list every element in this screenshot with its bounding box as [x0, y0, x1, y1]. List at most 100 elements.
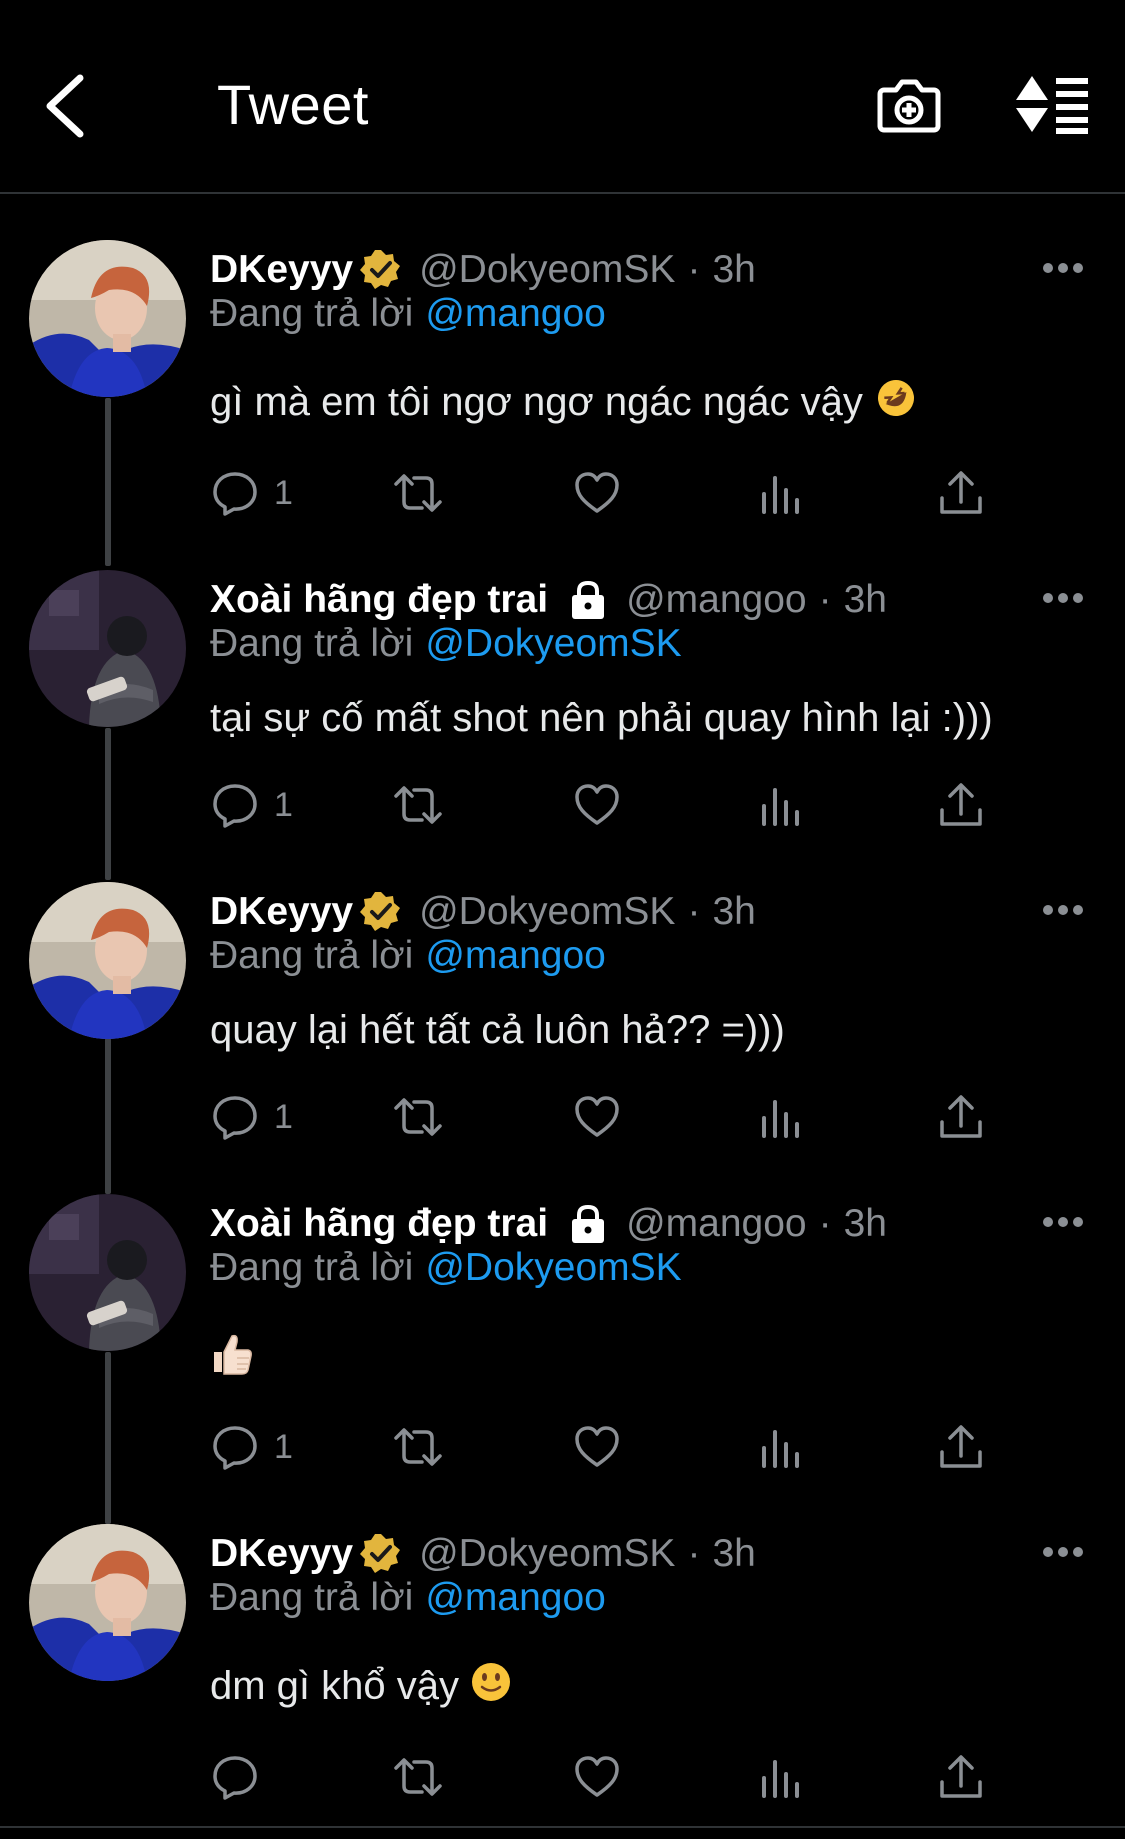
thread-connector — [105, 1352, 111, 1524]
views-button[interactable] — [756, 1089, 806, 1145]
share-button[interactable] — [936, 465, 986, 521]
views-button[interactable] — [756, 465, 806, 521]
replying-to-label: Đang trả lời — [210, 1246, 414, 1289]
retweet-button[interactable] — [390, 1089, 446, 1145]
mention-link[interactable]: @mangoo — [425, 292, 606, 335]
like-icon — [575, 1756, 619, 1797]
reply-button[interactable]: 1 — [210, 1419, 293, 1475]
views-button[interactable] — [756, 1749, 806, 1805]
top-bar: Tweet — [0, 0, 1125, 194]
like-button[interactable] — [572, 1419, 622, 1475]
rofl-emoji-icon — [874, 376, 918, 433]
reply-icon — [213, 1096, 257, 1140]
reply-count: 1 — [274, 473, 293, 512]
share-button[interactable] — [936, 1419, 986, 1475]
reply-button[interactable] — [210, 1749, 274, 1805]
display-name[interactable]: Xoài hãng đẹp trai — [210, 578, 548, 622]
more-dots-icon — [1043, 1217, 1083, 1227]
reply-button[interactable]: 1 — [210, 777, 293, 833]
share-icon — [940, 783, 982, 826]
views-icon — [762, 1100, 799, 1138]
views-icon — [762, 476, 799, 514]
thread-connector — [105, 398, 111, 566]
tweet-actions — [210, 1749, 1010, 1805]
share-icon — [940, 1095, 982, 1138]
avatar[interactable] — [29, 1194, 186, 1351]
like-button[interactable] — [572, 777, 622, 833]
replying-to-label: Đang trả lời — [210, 622, 414, 665]
user-handle[interactable]: @mangoo — [626, 578, 807, 622]
views-icon — [762, 1760, 799, 1798]
sort-replies-button[interactable] — [1012, 74, 1092, 134]
retweet-icon — [394, 1758, 442, 1796]
mention-link[interactable]: @DokyeomSK — [425, 622, 681, 665]
mention-link[interactable]: @DokyeomSK — [425, 1246, 681, 1289]
share-button[interactable] — [936, 1749, 986, 1805]
timestamp[interactable]: 3h — [712, 890, 755, 934]
bottom-divider — [0, 1826, 1125, 1828]
camera-add-icon — [877, 79, 941, 133]
more-dots-icon — [1043, 1547, 1083, 1557]
display-name[interactable]: Xoài hãng đẹp trai — [210, 1202, 548, 1246]
timestamp[interactable]: 3h — [844, 578, 887, 622]
timestamp[interactable]: 3h — [712, 1532, 755, 1576]
retweet-button[interactable] — [390, 777, 446, 833]
separator-dot: · — [687, 248, 701, 291]
separator-dot: · — [818, 578, 832, 621]
back-button[interactable] — [38, 70, 98, 140]
retweet-button[interactable] — [390, 465, 446, 521]
mention-link[interactable]: @mangoo — [425, 934, 606, 977]
reply-button[interactable]: 1 — [210, 465, 293, 521]
tweet-text-content: gì mà em tôi ngơ ngơ ngác ngác vậy — [210, 380, 863, 425]
more-options-button[interactable] — [1040, 578, 1086, 618]
thread-connector — [105, 728, 111, 880]
views-button[interactable] — [756, 1419, 806, 1475]
add-media-button[interactable] — [876, 72, 942, 138]
timestamp[interactable]: 3h — [844, 1202, 887, 1246]
display-name[interactable]: DKeyyy — [210, 890, 353, 934]
retweet-button[interactable] — [390, 1749, 446, 1805]
share-button[interactable] — [936, 777, 986, 833]
avatar[interactable] — [29, 882, 186, 1039]
reply-button[interactable]: 1 — [210, 1089, 293, 1145]
verified-badge-icon — [359, 248, 403, 292]
more-options-button[interactable] — [1040, 1202, 1086, 1242]
reply-icon — [213, 1756, 257, 1800]
more-options-button[interactable] — [1040, 890, 1086, 930]
tweet-text: gì mà em tôi ngơ ngơ ngác ngác vậy — [210, 376, 918, 433]
user-handle[interactable]: @DokyeomSK — [419, 248, 675, 292]
views-icon — [762, 788, 799, 826]
like-button[interactable] — [572, 1749, 622, 1805]
avatar[interactable] — [29, 240, 186, 397]
share-button[interactable] — [936, 1089, 986, 1145]
reply-icon — [213, 1426, 257, 1470]
reply-icon — [213, 472, 257, 516]
like-button[interactable] — [572, 1089, 622, 1145]
tweet-text-content: quay lại hết tất cả luôn hả?? =))) — [210, 1008, 785, 1052]
avatar[interactable] — [29, 1524, 186, 1681]
more-options-button[interactable] — [1040, 1532, 1086, 1572]
user-handle[interactable]: @DokyeomSK — [419, 1532, 675, 1576]
reply-icon — [213, 784, 257, 828]
tweet-header: DKeyyy @DokyeomSK · 3h — [210, 1528, 756, 1580]
timestamp[interactable]: 3h — [712, 248, 755, 292]
avatar[interactable] — [29, 570, 186, 727]
display-name[interactable]: DKeyyy — [210, 248, 353, 292]
replying-to-label: Đang trả lời — [210, 934, 414, 977]
retweet-icon — [394, 786, 442, 824]
lock-icon — [566, 578, 610, 622]
like-button[interactable] — [572, 465, 622, 521]
tweet-actions: 1 — [210, 1419, 1010, 1475]
retweet-icon — [394, 1098, 442, 1136]
verified-badge-icon — [359, 890, 403, 934]
mention-link[interactable]: @mangoo — [425, 1576, 606, 1619]
display-name[interactable]: DKeyyy — [210, 1532, 353, 1576]
retweet-button[interactable] — [390, 1419, 446, 1475]
tweet-actions: 1 — [210, 465, 1010, 521]
views-button[interactable] — [756, 777, 806, 833]
user-handle[interactable]: @DokyeomSK — [419, 890, 675, 934]
thread-connector — [105, 1038, 111, 1194]
user-handle[interactable]: @mangoo — [626, 1202, 807, 1246]
more-options-button[interactable] — [1040, 248, 1086, 288]
tweet-header: DKeyyy @DokyeomSK · 3h — [210, 886, 756, 938]
